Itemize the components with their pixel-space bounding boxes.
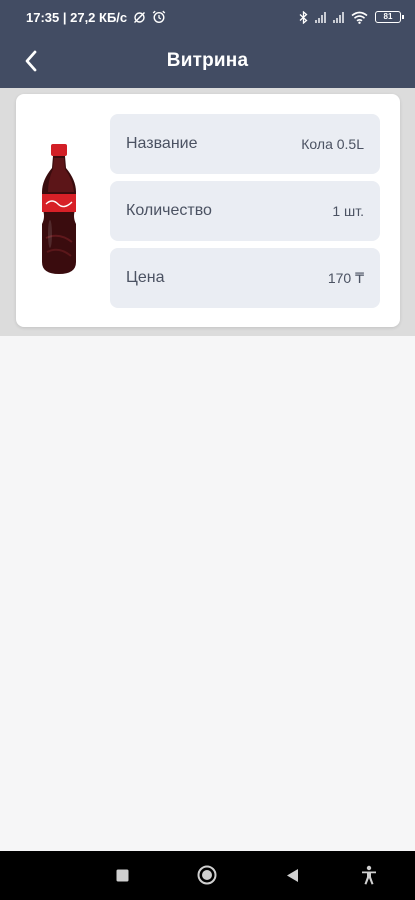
field-price-label: Цена xyxy=(126,269,165,286)
field-quantity-label: Количество xyxy=(126,202,212,219)
status-bar: 17:35 | 27,2 КБ/с 81 xyxy=(0,0,415,34)
accessibility-icon xyxy=(362,865,376,885)
field-price-value: 170 ₸ xyxy=(327,269,364,286)
alarm-icon xyxy=(152,10,166,24)
home-circle-icon xyxy=(197,865,217,885)
field-price: Цена 170 ₸ xyxy=(110,248,380,308)
square-icon xyxy=(116,869,128,881)
status-time-speed: 17:35 | 27,2 КБ/с xyxy=(26,9,128,25)
wifi-icon xyxy=(351,11,368,24)
signal-icon xyxy=(315,11,326,23)
accessibility-button[interactable] xyxy=(356,862,382,888)
field-quantity-value: 1 шт. xyxy=(332,203,364,219)
home-button[interactable] xyxy=(194,862,220,888)
status-right: 81 xyxy=(299,10,404,24)
bluetooth-icon xyxy=(299,10,308,24)
field-name: Название Кола 0.5L xyxy=(110,114,380,174)
field-quantity: Количество 1 шт. xyxy=(110,181,380,241)
field-name-label: Название xyxy=(126,135,198,152)
back-button[interactable] xyxy=(14,44,48,78)
page-title: Витрина xyxy=(166,50,249,71)
app-bar: Витрина xyxy=(0,34,415,88)
product-card: Название Кола 0.5L Количество 1 шт. Цена… xyxy=(16,94,400,327)
chevron-left-icon xyxy=(25,50,37,72)
field-name-value: Кола 0.5L xyxy=(301,136,364,152)
signal-icon-2 xyxy=(333,11,344,23)
triangle-back-icon xyxy=(286,868,298,882)
status-left: 17:35 | 27,2 КБ/с xyxy=(26,10,166,25)
sync-off-icon xyxy=(134,11,146,23)
nav-back-button[interactable] xyxy=(280,863,304,887)
cola-bottle-image xyxy=(42,144,76,274)
recents-button[interactable] xyxy=(110,863,134,887)
battery-indicator: 81 xyxy=(375,11,404,23)
system-nav-bar xyxy=(0,851,415,900)
